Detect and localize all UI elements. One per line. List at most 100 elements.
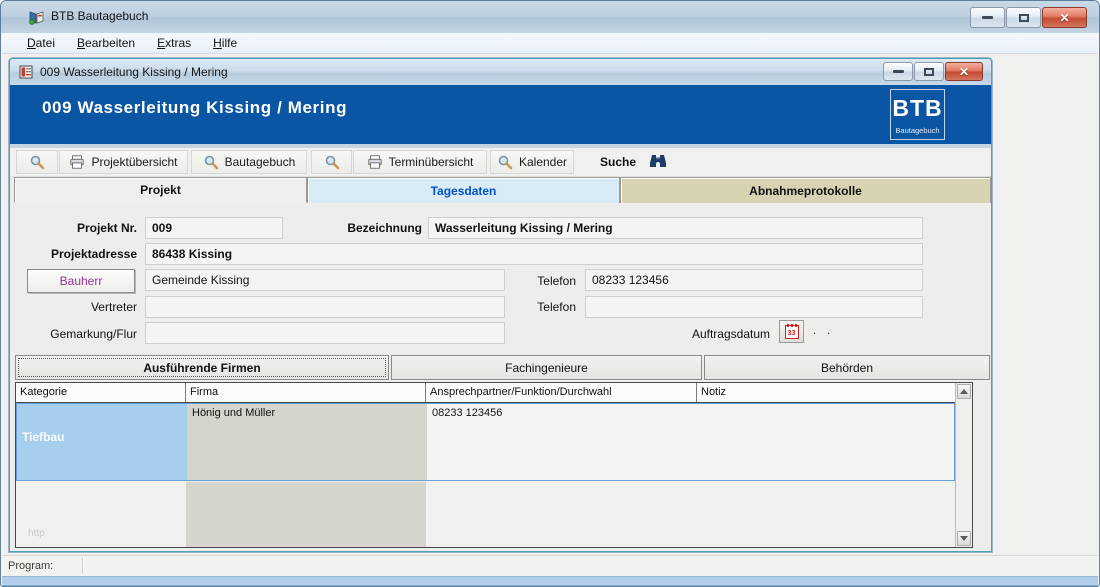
doc-restore-button[interactable]	[914, 62, 944, 81]
statusbar-separator	[82, 558, 84, 574]
subtab-fachingenieure[interactable]: Fachingenieure	[391, 355, 702, 380]
app-icon	[28, 9, 45, 26]
menu-hilfe[interactable]: Hilfe	[204, 34, 246, 52]
subtab-bar: Ausführende Firmen Fachingenieure Behörd…	[10, 355, 991, 381]
subtab-ausfuehrende-firmen[interactable]: Ausführende Firmen	[15, 355, 389, 380]
statusbar-label: Program:	[8, 560, 53, 572]
project-window-titlebar[interactable]: 009 Wasserleitung Kissing / Mering ✕	[10, 59, 991, 85]
scroll-up-button[interactable]	[957, 384, 971, 399]
btb-logo: BTB Bautagebuch	[890, 89, 945, 140]
scroll-down-button[interactable]	[957, 531, 971, 546]
col-notiz[interactable]: Notiz	[697, 383, 955, 402]
project-window-title: 009 Wasserleitung Kissing / Mering	[40, 65, 228, 79]
printer-icon	[69, 154, 85, 170]
cell-kategorie[interactable]: Tiefbau	[17, 404, 187, 480]
vertreter-field[interactable]	[145, 296, 505, 318]
cell-notiz[interactable]	[698, 404, 954, 480]
maximize-button[interactable]	[1006, 7, 1041, 28]
terminuebersicht-preview-button[interactable]	[311, 150, 352, 174]
toolbar: Projektübersicht Bautagebuch	[10, 148, 991, 177]
btb-logo-text: BTB	[891, 90, 944, 126]
projektadresse-field[interactable]: 86438 Kissing	[145, 243, 923, 265]
maximize-icon	[1019, 14, 1029, 22]
menu-bearbeiten[interactable]: Bearbeiten	[68, 34, 144, 52]
telefon2-label: Telefon	[515, 300, 576, 314]
auftragsdatum-calendar-button[interactable]: 33	[779, 320, 804, 343]
bezeichnung-label: Bezeichnung	[322, 221, 422, 235]
cell-firma[interactable]: Hönig und Müller	[187, 404, 427, 480]
doc-minimize-button[interactable]	[883, 62, 913, 81]
menu-extras[interactable]: Extras	[148, 34, 200, 52]
suche-label: Suche	[600, 155, 636, 169]
project-header: 009 Wasserleitung Kissing / Mering BTB B…	[10, 85, 991, 144]
window-title: BTB Bautagebuch	[51, 9, 148, 23]
main-window: BTB Bautagebuch ✕ Datei Bearbeiten Extra…	[0, 0, 1100, 587]
menubar: Datei Bearbeiten Extras Hilfe	[2, 33, 1098, 54]
table-watermark: http	[28, 528, 45, 539]
bezeichnung-field[interactable]: Wasserleitung Kissing / Mering	[428, 217, 923, 239]
projektuebersicht-preview-button[interactable]	[16, 150, 58, 174]
subtab-behoerden-label: Behörden	[821, 361, 873, 375]
close-button[interactable]: ✕	[1042, 7, 1087, 28]
magnifier-icon	[29, 154, 45, 170]
projektuebersicht-label: Projektübersicht	[91, 155, 177, 169]
magnifier-icon	[203, 154, 219, 170]
bauherr-button[interactable]: Bauherr	[27, 269, 135, 293]
project-window: 009 Wasserleitung Kissing / Mering ✕ 009…	[9, 58, 992, 552]
tab-projekt-label: Projekt	[140, 183, 181, 197]
terminuebersicht-label: Terminübersicht	[389, 155, 474, 169]
telefon2-field[interactable]	[585, 296, 923, 318]
tab-tagesdaten-label: Tagesdaten	[431, 184, 497, 198]
table-row[interactable]: Tiefbau Hönig und Müller 08233 123456	[16, 403, 955, 481]
firmen-table: Kategorie Firma Ansprechpartner/Funktion…	[15, 382, 973, 548]
table-row-empty[interactable]	[16, 482, 955, 547]
printer-icon	[367, 154, 383, 170]
projektadresse-label: Projektadresse	[27, 247, 137, 261]
doc-restore-icon	[924, 68, 934, 76]
doc-close-button[interactable]: ✕	[945, 62, 983, 81]
window-bottom-edge	[2, 576, 1098, 586]
cell-ansprechpartner[interactable]: 08233 123456	[427, 404, 698, 480]
projektuebersicht-button[interactable]: Projektübersicht	[59, 150, 188, 174]
bautagebuch-label: Bautagebuch	[225, 155, 296, 169]
col-firma[interactable]: Firma	[186, 383, 426, 402]
col-ansprechpartner[interactable]: Ansprechpartner/Funktion/Durchwahl	[426, 383, 697, 402]
minimize-button[interactable]	[970, 7, 1005, 28]
search-binoculars-icon[interactable]	[648, 153, 668, 169]
calendar-icon: 33	[785, 325, 799, 339]
doc-close-icon: ✕	[959, 66, 969, 78]
mdi-area: 009 Wasserleitung Kissing / Mering ✕ 009…	[2, 54, 1098, 555]
tab-abnahmeprotokolle-label: Abnahmeprotokolle	[749, 184, 862, 198]
magnifier-icon	[497, 154, 513, 170]
telefon1-label: Telefon	[515, 274, 576, 288]
terminuebersicht-button[interactable]: Terminübersicht	[353, 150, 487, 174]
project-form: Projekt Nr. 009 Bezeichnung Wasserleitun…	[10, 203, 991, 355]
bautagebuch-button[interactable]: Bautagebuch	[191, 150, 307, 174]
vertical-scrollbar[interactable]	[955, 383, 972, 547]
gemarkung-label: Gemarkung/Flur	[27, 327, 137, 341]
magnifier-icon	[324, 154, 340, 170]
tab-projekt[interactable]: Projekt	[14, 177, 307, 203]
bauherr-field[interactable]: Gemeinde Kissing	[145, 269, 505, 291]
projekt-nr-field[interactable]: 009	[145, 217, 283, 239]
auftragsdatum-label: Auftragsdatum	[670, 327, 770, 341]
tab-bar: Projekt Tagesdaten Abnahmeprotokolle	[10, 177, 991, 203]
btb-logo-subtext: Bautagebuch	[891, 126, 944, 135]
doc-minimize-icon	[893, 70, 904, 73]
menu-datei[interactable]: Datei	[18, 34, 64, 52]
subtab-fachingenieure-label: Fachingenieure	[505, 361, 588, 375]
table-header: Kategorie Firma Ansprechpartner/Funktion…	[16, 383, 955, 403]
titlebar[interactable]: BTB Bautagebuch ✕	[1, 1, 1099, 33]
project-title: 009 Wasserleitung Kissing / Mering	[42, 98, 347, 118]
kalender-button[interactable]: Kalender	[490, 150, 574, 174]
auftragsdatum-value[interactable]: . .	[813, 325, 834, 337]
col-kategorie[interactable]: Kategorie	[16, 383, 186, 402]
vertreter-label: Vertreter	[27, 300, 137, 314]
gemarkung-field[interactable]	[145, 322, 505, 344]
minimize-icon	[982, 16, 993, 19]
statusbar: Program:	[2, 555, 1098, 576]
tab-abnahmeprotokolle[interactable]: Abnahmeprotokolle	[620, 177, 991, 203]
telefon1-field[interactable]: 08233 123456	[585, 269, 923, 291]
subtab-behoerden[interactable]: Behörden	[704, 355, 990, 380]
tab-tagesdaten[interactable]: Tagesdaten	[307, 177, 620, 203]
